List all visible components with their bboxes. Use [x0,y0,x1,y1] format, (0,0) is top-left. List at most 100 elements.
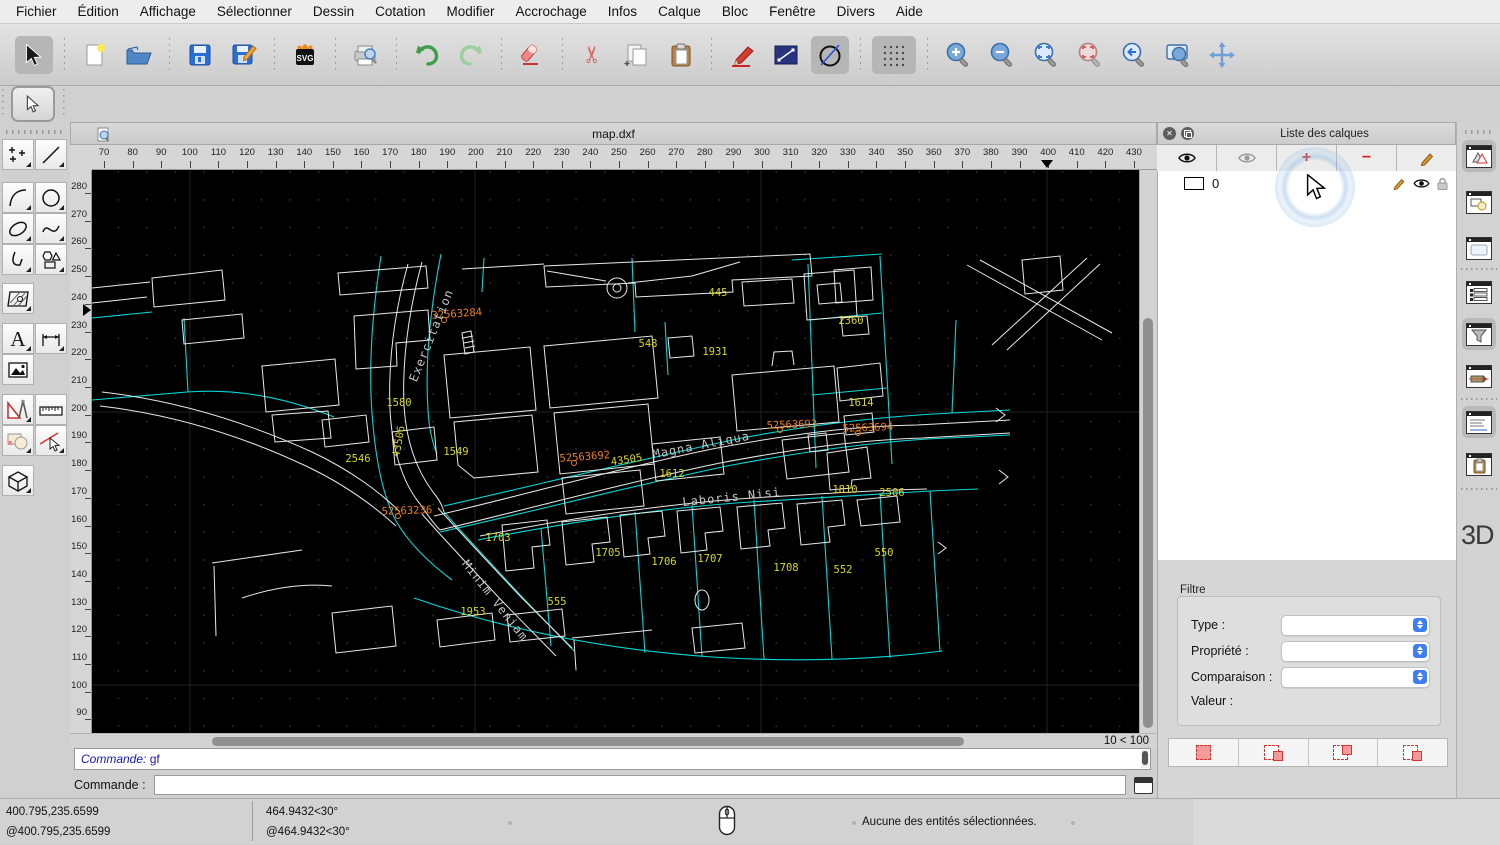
3d-panel-toggle[interactable]: 3D [1461,520,1495,551]
solid-3d-button[interactable] [2,465,34,496]
selection-filter-panel-toggle[interactable] [1462,318,1496,350]
point-tool-button[interactable] [2,139,34,170]
menu-infos[interactable]: Infos [608,4,637,19]
circle-tool-button[interactable] [811,35,849,74]
menu-bloc[interactable]: Bloc [722,4,748,19]
polyline-tool-button[interactable] [2,244,34,275]
canvas-v-scrollbar[interactable] [1139,170,1157,733]
filter-comparison-select[interactable] [1281,667,1430,688]
command-panel-toggle-icon[interactable] [1134,776,1153,794]
views-panel-toggle[interactable] [1462,276,1496,308]
line-tool-button[interactable] [767,36,805,74]
menu-selectionner[interactable]: Sélectionner [217,4,292,19]
layer-color-swatch[interactable] [1184,176,1204,190]
filter-type-select[interactable] [1281,615,1430,636]
line-tool-palette-button[interactable] [35,139,67,170]
layers-panel-toggle[interactable] [1462,140,1496,172]
show-all-layers-button[interactable] [1157,145,1217,171]
add-to-selection-button[interactable] [1239,739,1309,766]
cut-button[interactable]: ✂ [574,36,612,74]
undo-button[interactable] [408,36,446,74]
hide-all-layers-button[interactable] [1217,145,1277,171]
h-scrollbar-thumb[interactable] [212,737,964,746]
menu-accrochage[interactable]: Accrochage [515,4,586,19]
library-panel-toggle[interactable] [1462,232,1496,264]
arc-tool-button[interactable] [2,182,34,213]
close-icon[interactable]: ✕ [1163,127,1176,140]
spline-tool-button[interactable] [35,213,67,244]
toolbar-handle[interactable] [0,89,5,119]
save-button[interactable] [181,36,219,74]
menu-divers[interactable]: Divers [837,4,875,19]
history-scrollbar[interactable] [1141,750,1149,768]
measure-tool-button[interactable] [35,394,67,425]
select-tool-button[interactable] [15,35,53,74]
menu-dessin[interactable]: Dessin [313,4,354,19]
erase-button[interactable] [513,36,551,74]
zoom-out-button[interactable] [983,36,1021,74]
selection-mode-button[interactable] [11,86,55,122]
save-as-button[interactable] [225,36,263,74]
svg-text:SVG: SVG [297,54,314,63]
menu-calque[interactable]: Calque [658,4,701,19]
new-file-button[interactable] [76,36,114,74]
zoom-selection-button[interactable] [1071,36,1109,74]
zoom-in-icon [946,42,969,67]
undock-icon[interactable] [1181,127,1194,140]
text-tool-button[interactable]: A [2,323,34,354]
image-tool-button[interactable] [2,354,34,385]
pan-button[interactable] [1203,36,1241,74]
remove-layer-button[interactable]: − [1337,145,1397,171]
draw-order-button[interactable] [2,425,34,456]
remove-from-selection-button[interactable] [1309,739,1379,766]
menu-edition[interactable]: Édition [78,4,119,19]
zoom-previous-button[interactable] [1115,36,1153,74]
filter-property-select[interactable] [1281,641,1430,662]
v-scrollbar-thumb[interactable] [1143,318,1153,728]
shapes-tool-button[interactable] [35,244,67,275]
edit-pencil-button[interactable] [723,36,761,74]
layer-lock-icon[interactable] [1437,177,1448,190]
modify-tool-button[interactable] [35,425,67,456]
invert-selection-button[interactable] [1378,739,1447,766]
toolbar-handle[interactable] [61,89,66,119]
zoom-auto-button[interactable] [1027,36,1065,74]
zoom-window-button[interactable] [1159,36,1197,74]
canvas-h-scrollbar[interactable]: 10 < 100 [70,733,1157,749]
drawing-canvas[interactable]: 445 2360 548 1931 1614 1580 2546 1549 1612 1810 25… [92,170,1139,733]
menu-affichage[interactable]: Affichage [140,4,196,19]
menu-aide[interactable]: Aide [896,4,923,19]
drawing-window-titlebar[interactable]: map.dxf [70,122,1157,145]
layer-edit-pencil-icon[interactable] [1392,176,1406,190]
layer-visible-eye-icon[interactable] [1413,178,1430,189]
layer-row[interactable]: 0 [1158,171,1456,195]
print-preview-button[interactable] [347,36,385,74]
grid-toggle-button[interactable] [872,35,916,74]
redo-button[interactable] [452,36,490,74]
menu-cotation[interactable]: Cotation [375,4,425,19]
menu-modifier[interactable]: Modifier [446,4,494,19]
zoom-in-button[interactable] [939,36,977,74]
drafting-tools-button[interactable] [2,394,34,425]
dimension-tool-button[interactable] [35,323,67,354]
edit-layer-button[interactable] [1397,145,1456,171]
blocks-panel-toggle[interactable] [1462,186,1496,218]
clipboard-panel-toggle[interactable] [1462,448,1496,480]
menu-fenetre[interactable]: Fenêtre [769,4,816,19]
hatch-tool-button[interactable] [2,283,34,314]
property-editor-panel-toggle[interactable] [1462,406,1496,438]
palette-handle[interactable] [6,130,62,134]
add-layer-button[interactable]: + [1277,145,1337,171]
paste-button[interactable] [662,36,700,74]
command-input[interactable] [153,775,1126,795]
copy-button[interactable] [618,36,656,74]
command-options-panel-toggle[interactable] [1462,360,1496,392]
zoom-auto-icon [1034,42,1057,67]
circle-tool-palette-button[interactable] [35,182,67,213]
ellipse-tool-button[interactable] [2,213,34,244]
select-all-button[interactable] [1169,739,1239,766]
open-file-button[interactable] [120,36,158,74]
toolbar-handle[interactable] [1465,130,1493,134]
svg-export-button[interactable]: SVG [286,36,324,74]
menu-fichier[interactable]: Fichier [16,4,57,19]
